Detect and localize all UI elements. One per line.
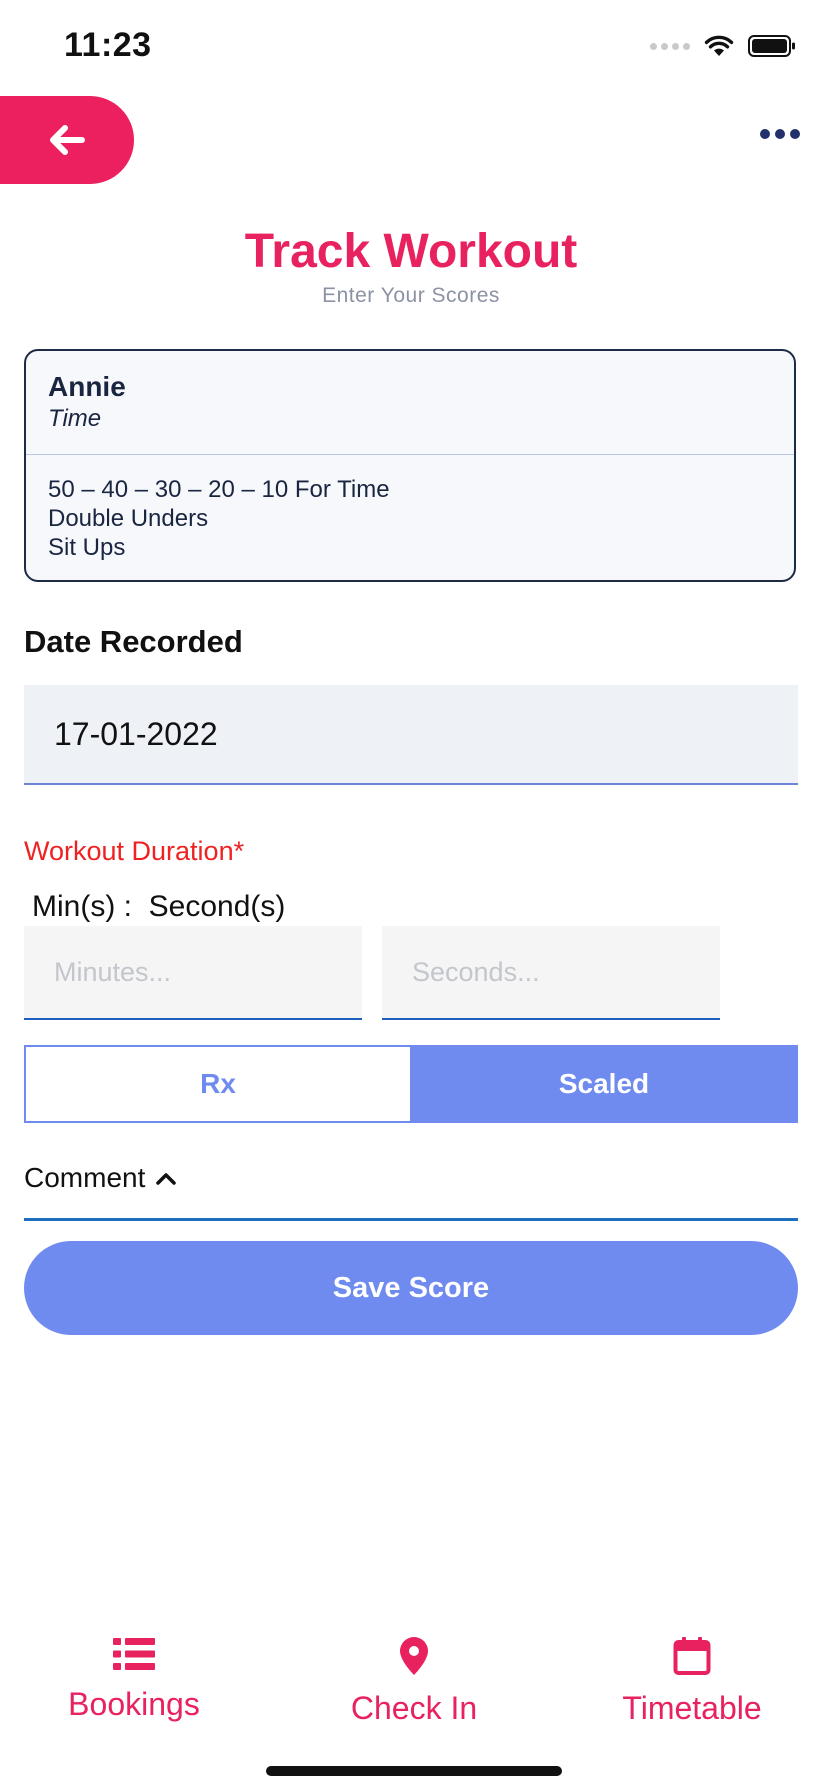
map-pin-icon bbox=[400, 1637, 428, 1675]
workout-line: 50 – 40 – 30 – 20 – 10 For Time bbox=[48, 476, 390, 503]
chevron-up-icon bbox=[156, 1173, 177, 1185]
workout-card-header: Annie Time bbox=[26, 351, 794, 455]
page-title: Track Workout bbox=[244, 225, 578, 278]
workout-description: 50 – 40 – 30 – 20 – 10 For Time Double U… bbox=[26, 455, 794, 562]
save-score-button[interactable]: Save Score bbox=[24, 1241, 798, 1335]
workout-card: Annie Time 50 – 40 – 30 – 20 – 10 For Ti… bbox=[24, 349, 796, 582]
date-recorded-input[interactable] bbox=[24, 685, 798, 785]
workout-name: Annie bbox=[48, 371, 126, 402]
tab-check-in[interactable]: Check In bbox=[339, 1636, 489, 1727]
date-recorded-label: Date Recorded bbox=[24, 624, 243, 659]
rx-scaled-toggle: Rx Scaled bbox=[24, 1045, 798, 1123]
comment-toggle[interactable]: Comment bbox=[24, 1162, 177, 1194]
workout-type: Time bbox=[48, 405, 102, 432]
calendar-icon bbox=[673, 1637, 711, 1675]
list-icon bbox=[113, 1638, 155, 1670]
back-button[interactable] bbox=[0, 96, 134, 184]
home-indicator bbox=[266, 1766, 562, 1776]
page-subtitle: Enter Your Scores bbox=[322, 284, 500, 307]
tab-timetable[interactable]: Timetable bbox=[612, 1636, 772, 1727]
workout-line: Double Unders bbox=[48, 505, 209, 532]
tab-label: Timetable bbox=[622, 1690, 762, 1726]
wifi-icon bbox=[704, 35, 734, 56]
status-time: 11:23 bbox=[64, 26, 152, 64]
scaled-option[interactable]: Scaled bbox=[412, 1047, 796, 1121]
workout-line: Sit Ups bbox=[48, 534, 126, 561]
more-options-icon[interactable] bbox=[760, 124, 800, 144]
comment-label: Comment bbox=[24, 1162, 146, 1193]
tab-label: Bookings bbox=[68, 1686, 200, 1722]
comment-divider bbox=[24, 1218, 798, 1221]
status-icons bbox=[650, 34, 796, 58]
minutes-input[interactable] bbox=[24, 926, 362, 1020]
arrow-left-icon bbox=[50, 125, 85, 155]
tab-label: Check In bbox=[350, 1690, 478, 1726]
battery-icon bbox=[748, 35, 795, 57]
duration-units-label: Min(s) : Second(s) bbox=[32, 890, 286, 923]
workout-duration-label: Workout Duration* bbox=[24, 836, 245, 866]
cellular-signal-icon bbox=[650, 42, 690, 50]
tab-bookings[interactable]: Bookings bbox=[64, 1636, 204, 1723]
rx-option[interactable]: Rx bbox=[26, 1047, 412, 1121]
seconds-input[interactable] bbox=[382, 926, 720, 1020]
